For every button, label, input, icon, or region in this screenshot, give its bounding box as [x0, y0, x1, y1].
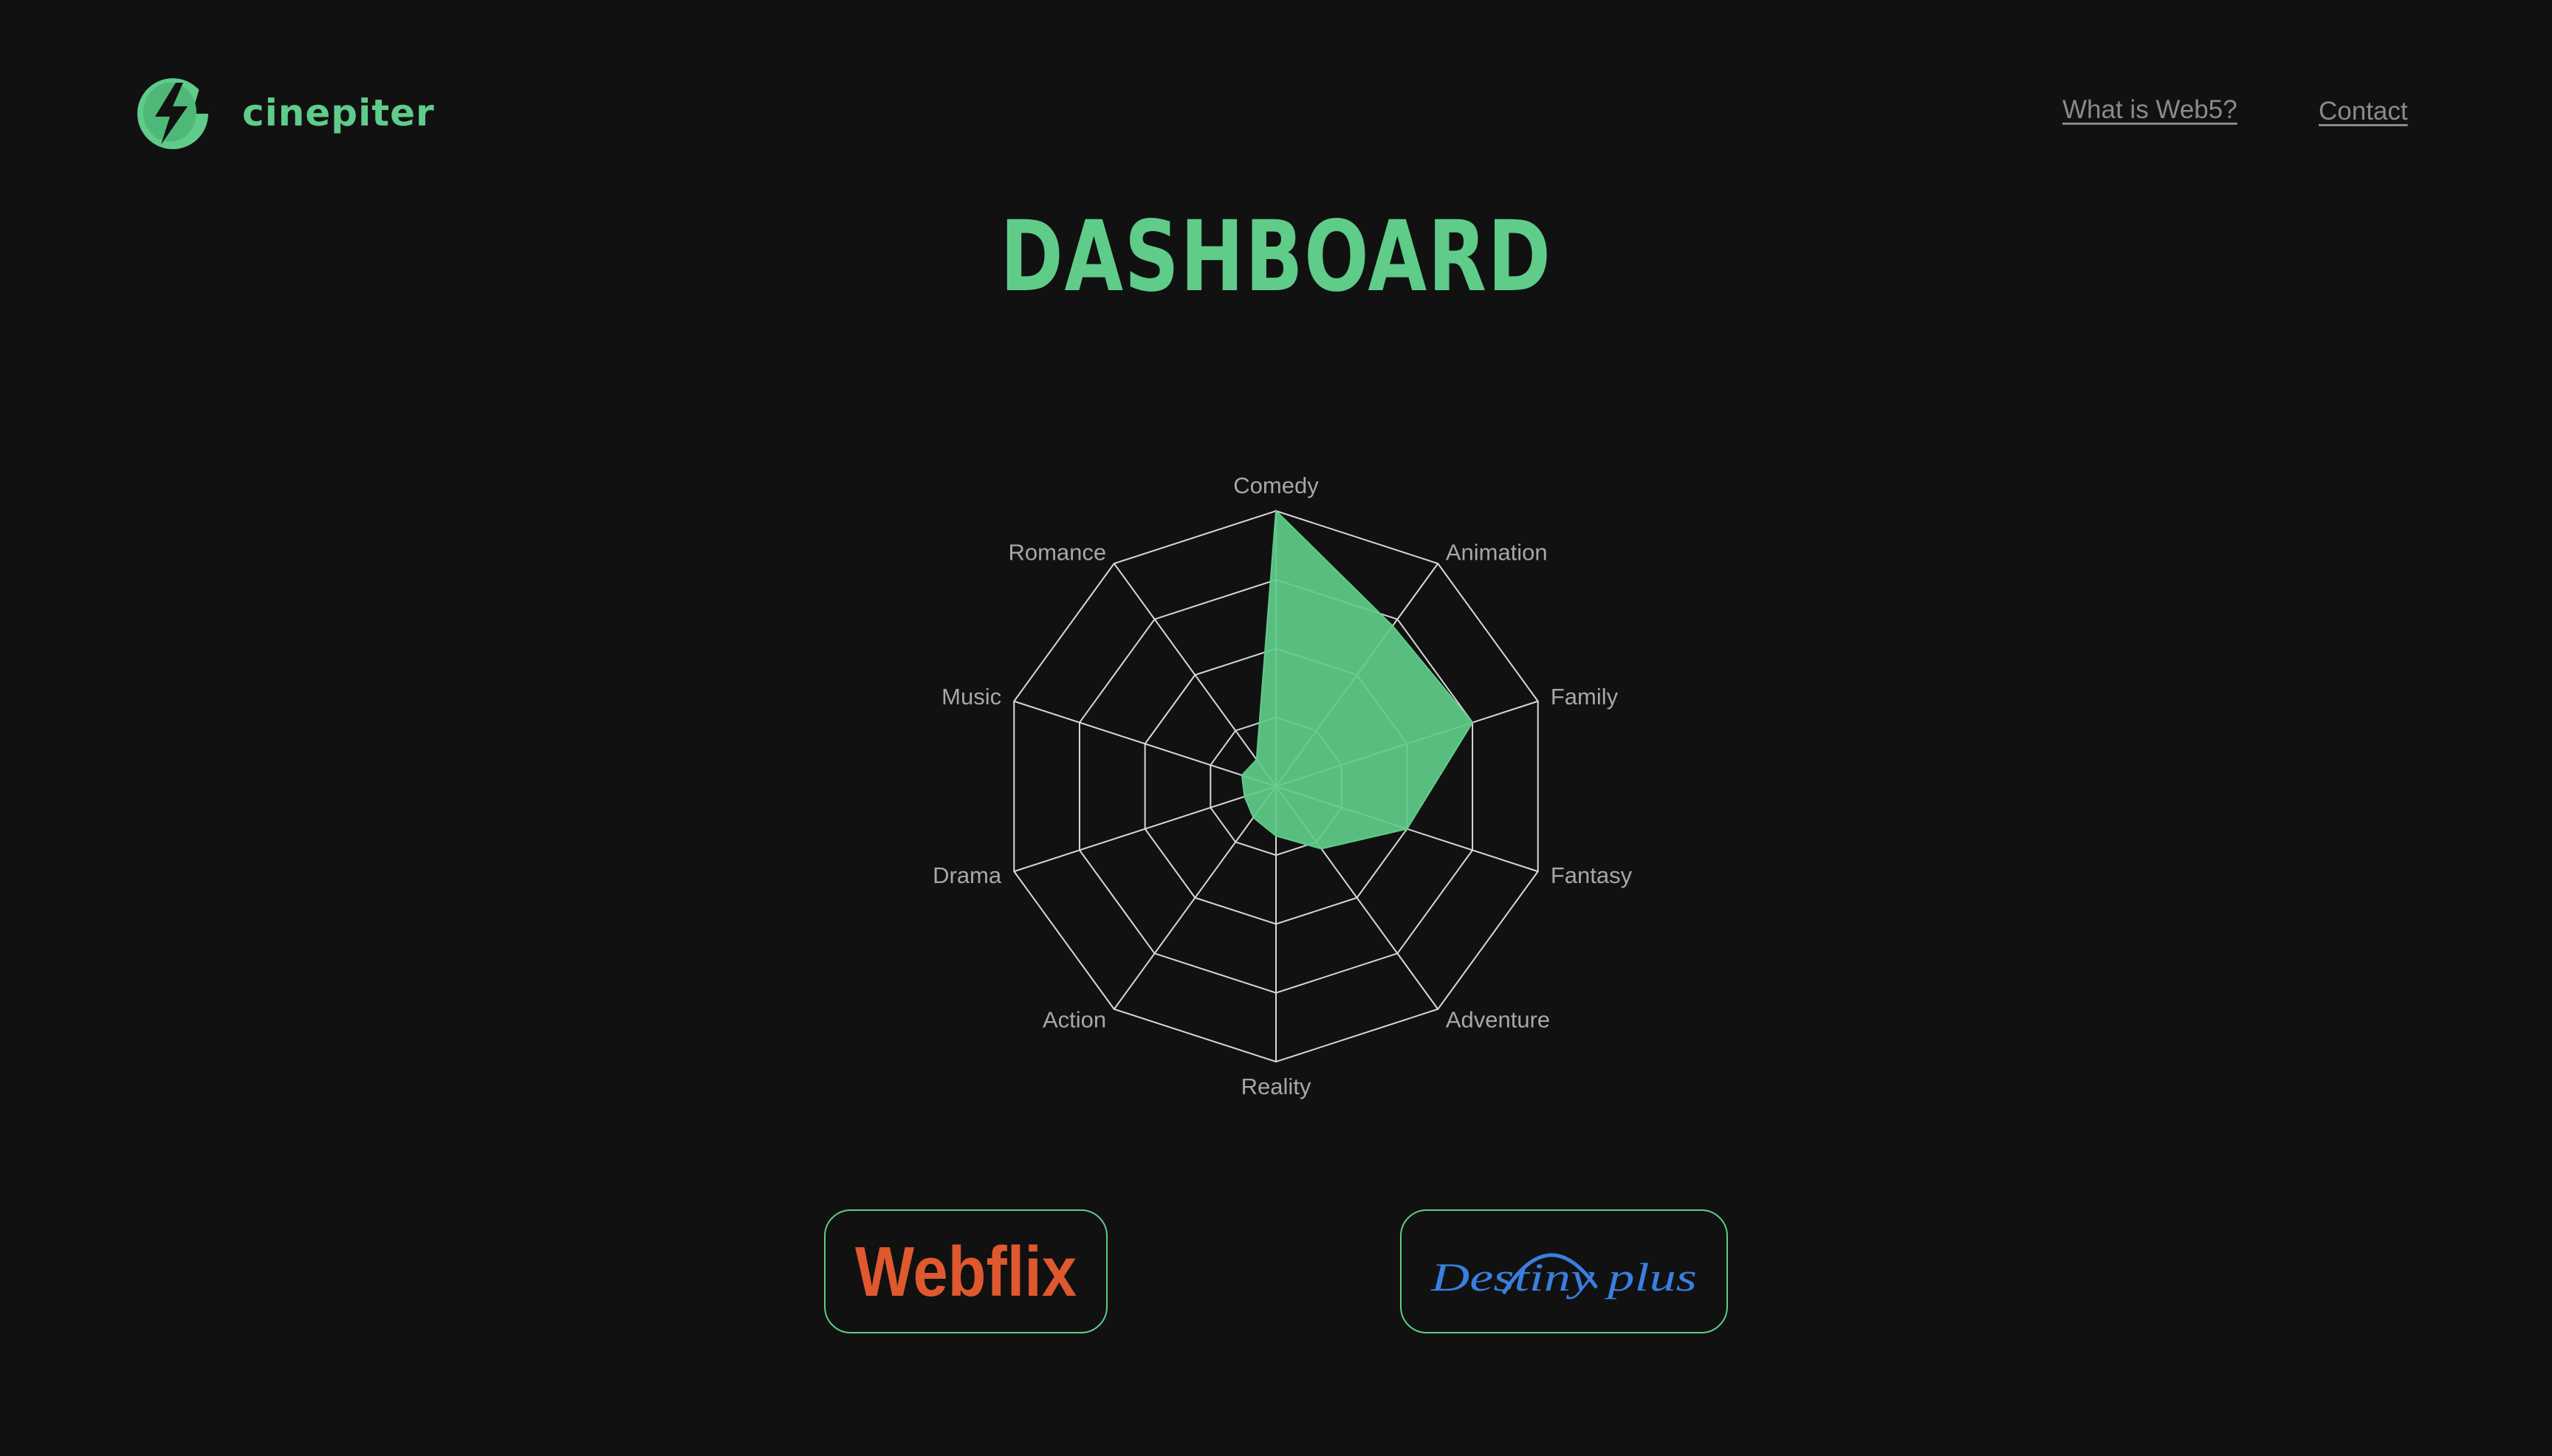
provider-label-webflix: Webflix — [855, 1232, 1077, 1311]
radar-spoke — [1113, 563, 1277, 787]
lightning-bolt-icon[interactable] — [131, 74, 216, 151]
radar-label-comedy: Comedy — [1233, 473, 1319, 498]
page: cinepiter What is Web5? Contact DASHBOAR… — [0, 0, 2552, 1456]
brand-name[interactable]: cinepiter — [242, 87, 435, 139]
radar-label-adventure: Adventure — [1446, 1006, 1550, 1032]
radar-label-action: Action — [1043, 1006, 1106, 1032]
radar-label-music: Music — [941, 684, 1001, 710]
radar-label-drama: Drama — [933, 862, 1002, 888]
webflix-logo: Webflix — [855, 1232, 1077, 1311]
radar-label-reality: Reality — [1241, 1074, 1311, 1099]
radar-label-animation: Animation — [1446, 540, 1548, 566]
provider-label-destiny-plus: Destiny plus — [1430, 1255, 1697, 1299]
page-title: DASHBOARD — [1000, 200, 1552, 314]
radar-label-fantasy: Fantasy — [1551, 862, 1633, 888]
radar-spoke — [1113, 786, 1277, 1010]
destiny-plus-logo: Destiny plus — [1430, 1253, 1697, 1299]
provider-button-webflix[interactable]: Webflix — [824, 1209, 1108, 1333]
nav-link-contact[interactable]: Contact — [2319, 93, 2408, 130]
radar-series-area — [1241, 509, 1474, 850]
radar-label-romance: Romance — [1008, 540, 1106, 566]
nav-link-what-is-web5[interactable]: What is Web5? — [2062, 92, 2237, 128]
radar-label-family: Family — [1551, 684, 1619, 710]
genre-radar-chart: Comedy Animation Family Fantasy Adventure Rea… — [933, 473, 1633, 1099]
provider-button-destiny-plus[interactable]: Destiny plus — [1400, 1209, 1728, 1333]
